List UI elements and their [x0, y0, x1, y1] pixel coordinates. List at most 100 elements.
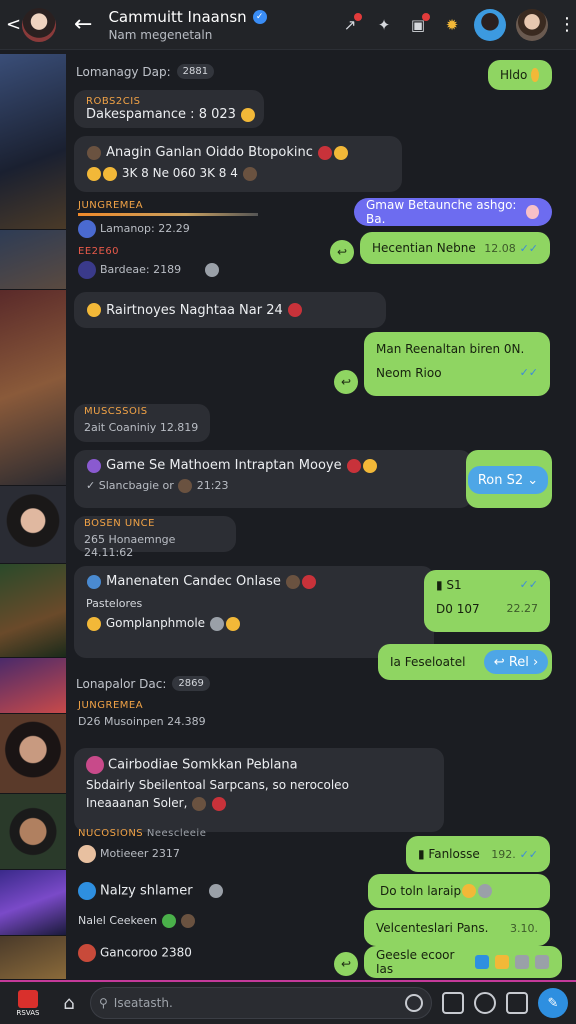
rail-avatar[interactable]: [0, 870, 66, 936]
member-avatar-2[interactable]: [516, 8, 548, 41]
message-text: Rairtnoyes Naghtaa Nar 24: [106, 302, 283, 318]
reply-icon[interactable]: ↩: [334, 952, 358, 976]
more-options-icon[interactable]: ⋮: [558, 14, 576, 35]
highlighted-message[interactable]: Gmaw Betaunche ashgo: Ba.: [354, 198, 552, 226]
message-text: Dakespamance : 8 023: [86, 107, 236, 122]
rail-avatar[interactable]: [0, 936, 66, 980]
date-label: Lomanagy Dap:: [76, 64, 171, 79]
date-pill: 2881: [176, 64, 215, 79]
reply-icon[interactable]: ↩: [334, 370, 358, 394]
message-time: 21:23: [196, 479, 229, 492]
rail-avatar[interactable]: [0, 230, 66, 290]
message-text: Gmaw Betaunche ashgo: Ba.: [366, 198, 517, 226]
chat-title-block[interactable]: Cammuitt Inaansn ✓ Nam megenetaln: [108, 8, 338, 42]
incoming-message[interactable]: Manenaten Candec Onlase Pastelores Gompl…: [74, 566, 434, 658]
outgoing-message[interactable]: Do toln laraip: [368, 874, 550, 908]
emoji-icon: [478, 884, 493, 898]
outgoing-message[interactable]: ▮ S1 ✓✓ D0 107 22.27: [424, 570, 550, 632]
button-label: Rel: [508, 654, 529, 670]
outgoing-message[interactable]: Velcenteslari Pans. 3.10.: [364, 910, 550, 946]
rail-avatar[interactable]: [0, 794, 66, 870]
attachment-icon[interactable]: [475, 955, 489, 969]
profile-avatar[interactable]: [22, 7, 56, 42]
search-icon[interactable]: [474, 992, 496, 1014]
outgoing-message[interactable]: Geesle ecoor Ias: [364, 946, 562, 978]
chat-app: < ← Cammuitt Inaansn ✓ Nam megenetaln ↗ …: [0, 0, 576, 1024]
mini-avatar: [78, 944, 96, 962]
record-icon[interactable]: [405, 994, 423, 1012]
chat-subtitle: Nam megenetaln: [108, 27, 213, 42]
rail-avatar[interactable]: [0, 486, 66, 564]
share-icon[interactable]: ↗: [338, 12, 362, 37]
message-list[interactable]: Lomanagy Dap: 2881 Hldo ROBS2CIS Dakespa…: [66, 54, 576, 980]
read-receipt-icon: ✓✓: [519, 242, 538, 255]
incoming-message[interactable]: ROBS2CIS Dakespamance : 8 023: [74, 90, 264, 128]
incoming-message[interactable]: MUSCSSOIS 2ait Coaniniy 12.819: [74, 404, 210, 442]
outgoing-message[interactable]: Hldo: [488, 60, 552, 90]
message-text: Sbdairly Sbeilentoal Sarpcans, so neroco…: [86, 778, 349, 792]
notifications-icon[interactable]: ▣: [406, 12, 430, 37]
app-label: RSVAS: [16, 1008, 40, 1017]
rail-avatar[interactable]: [0, 564, 66, 658]
search-placeholder: Iseatasth.: [113, 996, 173, 1010]
compose-button[interactable]: ✎: [538, 988, 568, 1018]
message-meta-block: EE2E60 Bardeae: 2189: [78, 246, 258, 279]
sender-name: JUNGREMEA: [78, 700, 144, 711]
message-text: Hldo: [500, 68, 528, 82]
jump-to-bottom-button[interactable]: Ron S2 ⌄: [468, 466, 548, 494]
back-chevron-icon[interactable]: <: [6, 14, 21, 35]
message-text: D0 107: [436, 602, 480, 616]
stats-icon[interactable]: [506, 992, 528, 1014]
coin-icon[interactable]: [495, 955, 509, 969]
message-status: 192. ✓✓: [491, 847, 538, 861]
app-logo[interactable]: RSVAS: [8, 985, 48, 1021]
emoji-icon: [181, 914, 196, 928]
message-text: S1: [446, 578, 462, 592]
sparkle-icon[interactable]: ✦: [372, 13, 396, 37]
back-arrow-icon[interactable]: ←: [74, 12, 92, 37]
message-text: Lamanop: 22.29: [100, 222, 190, 235]
message-text: Nalzy shlamer: [100, 883, 193, 899]
emoji-icon: [209, 616, 224, 631]
message-text: Cairbodiae Somkkan Peblana: [108, 757, 298, 773]
message-time: 192.: [491, 848, 516, 861]
emoji-icon: [531, 68, 539, 82]
rail-avatar[interactable]: [0, 54, 66, 230]
message-line: Manenaten Candec Onlase: [86, 574, 422, 589]
chevron-down-icon: ⌄: [527, 472, 539, 488]
emoji-icon: [87, 574, 101, 589]
home-icon[interactable]: ⌂: [58, 993, 80, 1014]
emoji-icon: [103, 166, 117, 181]
date-label: Lonapalor Dac:: [76, 676, 167, 691]
reply-button[interactable]: ↩ Rel ›: [484, 650, 548, 674]
chart-icon[interactable]: [442, 992, 464, 1014]
search-input[interactable]: ⚲ Iseatasth.: [90, 987, 432, 1019]
message-text: D26 Musoinpen 24.389: [78, 715, 206, 728]
rail-avatar[interactable]: [0, 290, 66, 486]
incoming-message[interactable]: Anagin Ganlan Oiddo Btopokinc 3K 8 Ne 06…: [74, 136, 402, 192]
incoming-message[interactable]: Rairtnoyes Naghtaa Nar 24: [74, 292, 386, 328]
forward-icon[interactable]: [535, 955, 549, 969]
message-text: Slancbagie or: [98, 479, 174, 492]
emoji-icon: [87, 145, 101, 160]
incoming-message[interactable]: Game Se Mathoem Intraptan Mooye ✓ Slancb…: [74, 450, 472, 508]
message-meta-block: JUNGREMEA D26 Musoinpen 24.389: [78, 700, 258, 728]
message-meta-block: JUNGREMEA Lamanop: 22.29: [78, 200, 282, 238]
sender-tag: Neescleeie: [146, 828, 207, 839]
message-text: Manenaten Candec Onlase: [106, 574, 281, 589]
outgoing-message[interactable]: Hecentian Nebne 12.08 ✓✓: [360, 232, 550, 264]
message-text: Hecentian Nebne: [372, 241, 476, 255]
rail-avatar[interactable]: [0, 658, 66, 714]
incoming-message[interactable]: Cairbodiae Somkkan Peblana Sbdairly Sbei…: [74, 748, 444, 832]
read-receipt-icon: ✓✓: [519, 366, 538, 379]
member-avatar-1[interactable]: [474, 8, 506, 41]
reply-icon[interactable]: ↩: [330, 240, 354, 264]
rail-avatar[interactable]: [0, 714, 66, 794]
outgoing-message[interactable]: Man Reenaltan biren 0N. Neom Rioo ✓✓: [364, 332, 550, 396]
emoji-icon: [225, 616, 240, 631]
outgoing-message[interactable]: ▮ Fanlosse 192. ✓✓: [406, 836, 550, 872]
incoming-message[interactable]: BOSEN UNCE 265 Honaemnge 24.11:62: [74, 516, 236, 559]
message-line: NUCOSIONS Neescleeie: [78, 828, 278, 839]
copy-icon[interactable]: [515, 955, 529, 969]
settings-gear-icon[interactable]: ✹: [440, 13, 464, 37]
